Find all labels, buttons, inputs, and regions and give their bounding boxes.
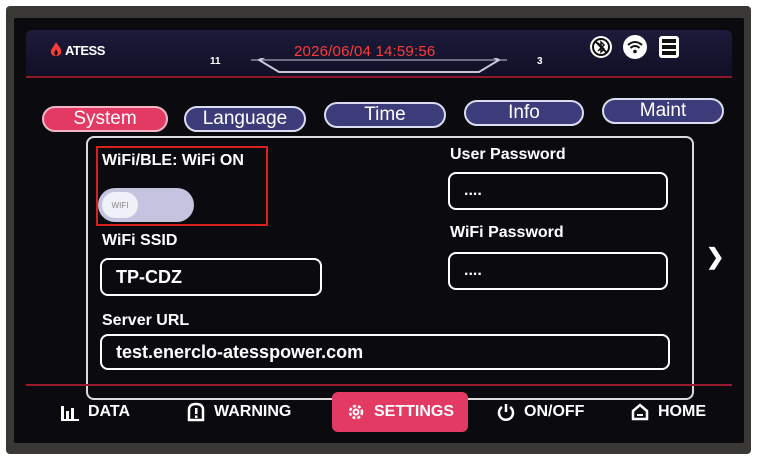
nav-on-off[interactable]: ON/OFF xyxy=(496,392,584,432)
user-password-label: User Password xyxy=(450,146,566,163)
bottom-divider xyxy=(26,384,732,386)
user-password-field[interactable]: .... xyxy=(448,172,668,210)
warning-icon xyxy=(187,402,205,422)
tab-language[interactable]: Language xyxy=(184,106,306,132)
nav-on-off-label: ON/OFF xyxy=(524,403,585,420)
bluetooth-off-icon xyxy=(590,36,612,58)
tab-time[interactable]: Time xyxy=(324,102,446,128)
screen: ATESS 11 2026/06/04 14:59:56 3 System La… xyxy=(14,18,744,443)
home-icon xyxy=(631,403,649,421)
nav-home-label: HOME xyxy=(658,403,706,420)
nav-settings[interactable]: SETTINGS xyxy=(332,392,469,432)
wifi-ble-label: WiFi/BLE: WiFi ON xyxy=(102,152,244,169)
power-icon xyxy=(497,404,515,421)
datetime-display: 2026/06/04 14:59:56 xyxy=(294,43,436,60)
wifi-password-label: WiFi Password xyxy=(450,224,564,241)
nav-warning[interactable]: WARNING xyxy=(186,392,291,432)
gear-icon xyxy=(348,404,364,420)
nav-home[interactable]: HOME xyxy=(630,392,706,432)
wifi-ssid-field[interactable]: TP-CDZ xyxy=(100,258,322,296)
wifi-ssid-label: WiFi SSID xyxy=(102,232,178,249)
datetime-frame xyxy=(251,58,507,73)
nav-warning-label: WARNING xyxy=(214,403,292,420)
right-counter: 3 xyxy=(537,56,543,67)
flame-icon xyxy=(50,42,62,56)
server-icon xyxy=(659,36,679,58)
tab-system[interactable]: System xyxy=(42,106,168,132)
brand-logo: ATESS xyxy=(50,42,105,58)
left-counter: 11 xyxy=(210,56,221,67)
wifi-toggle[interactable]: WIFI xyxy=(98,188,194,222)
chevron-right-icon[interactable]: ❯ xyxy=(706,244,724,270)
nav-data-label: DATA xyxy=(88,403,131,420)
tab-maint[interactable]: Maint xyxy=(602,98,724,124)
wifi-password-field[interactable]: .... xyxy=(448,252,668,290)
bar-chart-icon xyxy=(61,406,79,421)
toggle-knob: WIFI xyxy=(102,192,138,218)
server-url-label: Server URL xyxy=(102,312,190,329)
wifi-icon xyxy=(623,35,647,59)
tab-info[interactable]: Info xyxy=(464,100,584,126)
nav-settings-label: SETTINGS xyxy=(374,403,455,420)
server-url-field[interactable]: test.enerclo-atesspower.com xyxy=(100,334,670,370)
nav-data[interactable]: DATA xyxy=(60,392,130,432)
logo-text: ATESS xyxy=(65,42,105,58)
